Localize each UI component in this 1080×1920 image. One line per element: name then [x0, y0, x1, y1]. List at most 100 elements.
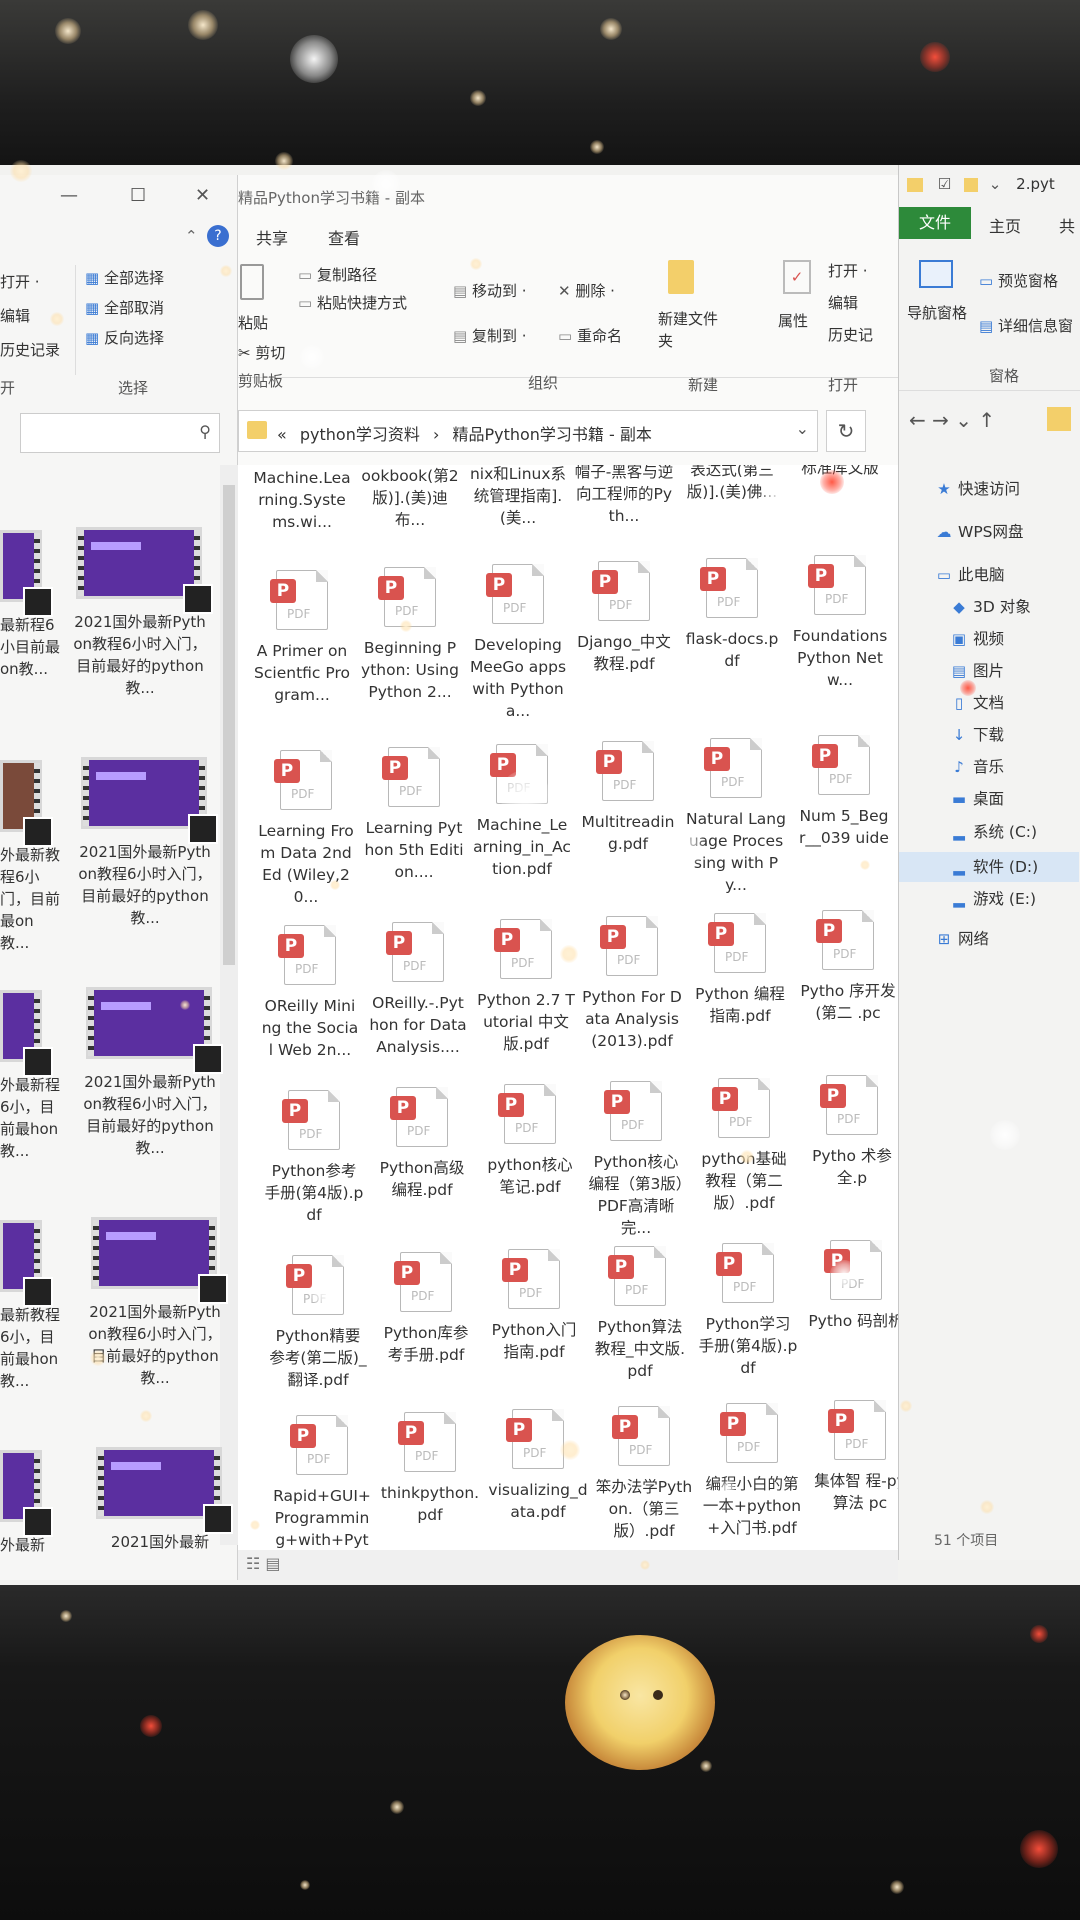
details-pane-button[interactable]: ▤ 详细信息窗: [979, 315, 1073, 336]
pdf-file-item[interactable]: PPDFPytho 码剖析: [806, 1240, 898, 1332]
view-toggle-icon[interactable]: ☷ ▤: [246, 1554, 281, 1573]
pdf-file-item[interactable]: P PDF Learning From Data 2nd Ed (Wiley,20.…: [256, 750, 356, 908]
video-thumb-partial[interactable]: 最新程6小目前最on教...: [0, 530, 60, 680]
close-icon[interactable]: ✕: [195, 185, 210, 206]
edit-button[interactable]: 编辑: [828, 292, 858, 313]
properties-button[interactable]: 属性: [778, 310, 808, 331]
pdf-file-item[interactable]: P PDF thinkpython.pdf: [380, 1412, 480, 1526]
pdf-file-item[interactable]: P PDF Learning Python 5th Edition....: [364, 747, 464, 883]
pdf-file-item[interactable]: P PDF Natural Language Processing with Py.…: [686, 738, 786, 896]
new-folder-button[interactable]: 新建文件夹: [658, 308, 718, 352]
address-bar[interactable]: « python学习资料 › 精品Python学习书籍 - 副本 ⌄: [238, 410, 818, 452]
tab-view[interactable]: 查看: [328, 225, 360, 249]
chevron-down-icon[interactable]: ⌄: [989, 175, 1002, 193]
video-thumb-item[interactable]: 2021国外最新Python教程6小时入门，目前最好的python教...: [75, 757, 218, 929]
nav-tree-item[interactable]: ▣ 视频: [949, 627, 1004, 649]
nav-tree-item[interactable]: ☁ WPS网盘: [934, 520, 1024, 542]
video-thumb-partial[interactable]: 外最新教程6小门，目前最on教...: [0, 760, 60, 954]
tab-share[interactable]: 共: [1059, 213, 1075, 237]
pdf-file-item[interactable]: P PDF Python 编程指南.pdf: [690, 913, 790, 1027]
pdf-file-item[interactable]: P PDF Django_中文教程.pdf: [574, 561, 674, 675]
nav-tree-item[interactable]: ▂ 游戏 (E:): [949, 887, 1036, 909]
nav-tree-item[interactable]: ◆ 3D 对象: [949, 595, 1031, 617]
edit-button[interactable]: 编辑: [0, 305, 30, 326]
pdf-file-item[interactable]: P PDF Foundations Python Netw...: [790, 555, 890, 691]
chevron-down-icon[interactable]: ⌄: [796, 419, 809, 438]
tab-home[interactable]: 主页: [989, 213, 1021, 237]
nav-tree-item[interactable]: ▤ 图片: [949, 659, 1004, 681]
pdf-file-item[interactable]: P PDF Python参考手册(第4版).pdf: [264, 1090, 364, 1226]
scrollbar-thumb[interactable]: [223, 485, 235, 965]
nav-tree-item[interactable]: ▂ 软件 (D:): [949, 855, 1038, 877]
history-button[interactable]: 历史记: [828, 324, 873, 345]
pdf-file-item[interactable]: P PDF Python For Data Analysis (2013).pdf: [582, 916, 682, 1052]
pdf-file-item[interactable]: P PDF Python算法教程_中文版.pdf: [590, 1246, 690, 1382]
pdf-file-item[interactable]: P PDF visualizing_data.pdf: [488, 1409, 588, 1523]
breadcrumb-python-resources[interactable]: python学习资料: [300, 425, 420, 444]
pdf-file-item[interactable]: P PDF Python高级编程.pdf: [372, 1087, 472, 1201]
nav-tree-item[interactable]: ▭ 此电脑: [934, 563, 1005, 585]
video-thumb-partial[interactable]: 外最新: [0, 1450, 60, 1556]
pdf-file-item[interactable]: PPDFPython精要参考(第二版)_翻译.pdf: [268, 1255, 368, 1391]
pdf-file-item[interactable]: P PDF Pytho 术参 全.p: [802, 1075, 898, 1189]
nav-tree-item[interactable]: ▯ 文档: [949, 691, 1004, 713]
new-folder-icon[interactable]: [964, 177, 979, 192]
pdf-file-item[interactable]: P PDF flask-docs.pdf: [682, 558, 782, 672]
nav-tree-item[interactable]: ↓ 下载: [949, 723, 1004, 745]
nav-tree-item[interactable]: ▂ 系统 (C:): [949, 820, 1037, 842]
paste-button[interactable]: 粘贴: [238, 312, 268, 333]
pdf-file-item[interactable]: P PDF 编程小白的第一本+python+入门书.pdf: [702, 1403, 802, 1539]
preview-pane-button[interactable]: ▭ 预览窗格: [979, 270, 1058, 291]
history-button[interactable]: 历史记录: [0, 339, 60, 360]
video-thumb-partial[interactable]: 最新教程6小，目前最hon教...: [0, 1220, 60, 1392]
nav-buttons[interactable]: ← → ⌄ ↑: [909, 408, 995, 432]
delete-button[interactable]: ✕ 删除 ·: [558, 280, 615, 301]
pdf-file-item[interactable]: P PDF OReilly Mining the Social Web 2n...: [260, 925, 360, 1061]
pdf-file-item[interactable]: P PDF Python库参考手册.pdf: [376, 1252, 476, 1366]
pdf-file-item[interactable]: P PDF Python核心编程（第3版）PDF高清晰完...: [586, 1081, 686, 1239]
video-thumb-item[interactable]: 2021国外最新: [90, 1447, 233, 1553]
properties-icon[interactable]: ☑: [938, 175, 951, 193]
open-button[interactable]: 打开 ·: [0, 271, 40, 292]
pdf-file-item[interactable]: P PDF 集体智 程-py 算法 pc: [810, 1400, 898, 1514]
select-all-button[interactable]: ▦ 全部选择: [85, 267, 164, 288]
pdf-file-item[interactable]: P PDF Developing MeeGo apps with Python a.…: [468, 564, 568, 722]
pdf-file-item[interactable]: P PDF Pytho 序开发 (第二 .pc: [798, 910, 898, 1024]
search-input[interactable]: ⚲: [20, 413, 220, 453]
breadcrumb-overflow[interactable]: «: [277, 425, 287, 444]
select-none-button[interactable]: ▦ 全部取消: [85, 297, 164, 318]
tab-share[interactable]: 共享: [256, 225, 288, 249]
minimize-icon[interactable]: —: [60, 185, 78, 206]
rename-button[interactable]: ▭ 重命名: [558, 325, 622, 346]
pdf-file-item[interactable]: P PDF Beginning Python: Using Python 2...: [360, 567, 460, 703]
video-thumb-partial[interactable]: 外最新程6小，目前最hon教...: [0, 990, 60, 1162]
pdf-file-item[interactable]: P PDF Python学习手册(第4版).pdf: [698, 1243, 798, 1379]
pdf-file-item[interactable]: P PDF A Primer on Scientfic Program...: [252, 570, 352, 706]
pdf-file-item[interactable]: P PDF Python入门指南.pdf: [484, 1249, 584, 1363]
file-name[interactable]: Machine.Learning.Systems.wi...: [252, 467, 352, 533]
video-thumb-item[interactable]: 2021国外最新Python教程6小时入门，目前最好的python教...: [85, 1217, 228, 1389]
nav-tree-item[interactable]: ♪ 音乐: [949, 755, 1004, 777]
copy-to-button[interactable]: ▤ 复制到 ·: [453, 325, 527, 346]
refresh-icon[interactable]: ↻: [826, 410, 866, 452]
pdf-file-item[interactable]: P PDF OReilly.-.Python for Data Analysis..…: [368, 922, 468, 1058]
file-name[interactable]: ookbook(第2版)].(美)迪布...: [360, 465, 460, 531]
maximize-icon[interactable]: ☐: [130, 185, 146, 206]
pdf-file-item[interactable]: P PDF 笨办法学Python.（第三版）.pdf: [594, 1406, 694, 1542]
pdf-file-item[interactable]: P PDF python核心笔记.pdf: [480, 1084, 580, 1198]
move-to-button[interactable]: ▤ 移动到 ·: [453, 280, 527, 301]
file-name[interactable]: 帽子-黑客与逆向工程师的Pyth...: [574, 465, 674, 527]
invert-select-button[interactable]: ▦ 反向选择: [85, 327, 164, 348]
help-icon[interactable]: ?: [207, 225, 229, 247]
copy-path-button[interactable]: ▭ 复制路径: [298, 264, 377, 285]
pdf-file-item[interactable]: P PDF Python 2.7 Tutorial 中文版.pdf: [476, 919, 576, 1055]
cut-button[interactable]: ✂ 剪切: [238, 342, 285, 363]
breadcrumb-current-folder[interactable]: 精品Python学习书籍 - 副本: [452, 425, 651, 444]
video-thumb-item[interactable]: 2021国外最新Python教程6小时入门，目前最好的python教...: [80, 987, 223, 1159]
open-button[interactable]: 打开 ·: [828, 260, 868, 281]
nav-tree-item[interactable]: ★ 快速访问: [934, 477, 1020, 499]
video-thumb-item[interactable]: 2021国外最新Python教程6小时入门，目前最好的python教...: [70, 527, 213, 699]
collapse-ribbon-icon[interactable]: ⌃: [185, 227, 198, 245]
tab-file[interactable]: 文件: [899, 207, 971, 239]
pdf-file-item[interactable]: P PDF Num 5_Beg r__039 uide: [794, 735, 894, 849]
